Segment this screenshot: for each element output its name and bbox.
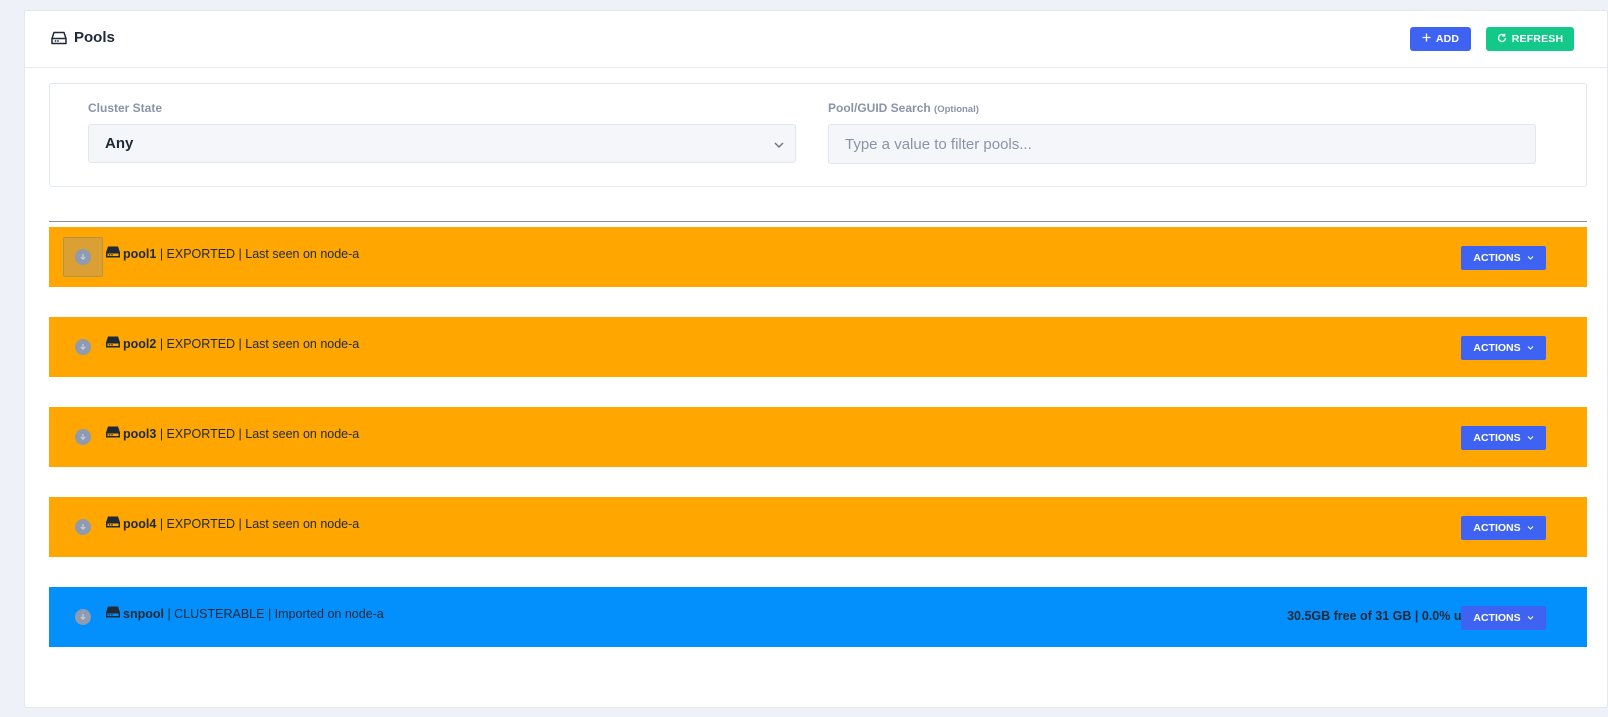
actions-button[interactable]: ACTIONS [1461, 426, 1546, 450]
pool-name: snpool [123, 607, 164, 621]
search-label: Pool/GUID Search (Optional) [828, 101, 979, 115]
expand-toggle[interactable] [63, 327, 103, 367]
search-label-text: Pool/GUID Search [828, 101, 931, 115]
actions-label: ACTIONS [1473, 432, 1521, 444]
actions-label: ACTIONS [1473, 252, 1521, 264]
chevron-down-icon [75, 249, 91, 265]
actions-button[interactable]: ACTIONS [1461, 246, 1546, 270]
cluster-state-value: Any [105, 135, 134, 152]
page-title-wrap: Pools [51, 29, 115, 46]
pool-name: pool1 [123, 247, 157, 261]
refresh-button[interactable]: REFRESH [1486, 27, 1574, 51]
cluster-state-label: Cluster State [88, 101, 163, 115]
pool-usage: 30.5GB free of 31 GB | 0.0% used [1287, 609, 1483, 623]
pool-summary: snpool | CLUSTERABLE | Imported on node-… [123, 607, 384, 621]
chevron-down-icon [773, 138, 785, 155]
card-header: Pools ADD REFRESH [25, 11, 1607, 68]
drive-icon [105, 604, 121, 620]
pool-summary: pool2 | EXPORTED | Last seen on node-a [123, 337, 359, 351]
plus-icon [1422, 33, 1431, 45]
chevron-down-icon [1527, 612, 1534, 624]
expand-toggle[interactable] [63, 417, 103, 457]
chevron-down-icon [75, 429, 91, 445]
actions-button[interactable]: ACTIONS [1461, 606, 1546, 630]
pool-details: | EXPORTED | Last seen on node-a [156, 247, 360, 261]
pool-summary: pool4 | EXPORTED | Last seen on node-a [123, 517, 359, 531]
pools-card: Pools ADD REFRESH Cluster State Any Pool… [24, 10, 1608, 708]
filter-panel: Cluster State Any Pool/GUID Search (Opti… [49, 83, 1587, 187]
actions-label: ACTIONS [1473, 612, 1521, 624]
pool-row: pool1 | EXPORTED | Last seen on node-a A… [49, 227, 1587, 287]
pool-summary: pool3 | EXPORTED | Last seen on node-a [123, 427, 359, 441]
chevron-down-icon [75, 519, 91, 535]
pool-details: | EXPORTED | Last seen on node-a [156, 517, 360, 531]
refresh-button-label: REFRESH [1511, 33, 1564, 45]
add-button[interactable]: ADD [1410, 27, 1471, 51]
actions-button[interactable]: ACTIONS [1461, 336, 1546, 360]
pool-name: pool4 [123, 517, 157, 531]
add-button-label: ADD [1435, 33, 1460, 45]
actions-label: ACTIONS [1473, 342, 1521, 354]
chevron-down-icon [1527, 432, 1534, 444]
pool-summary: pool1 | EXPORTED | Last seen on node-a [123, 247, 359, 261]
cluster-state-select[interactable]: Any [88, 124, 796, 163]
refresh-icon [1497, 33, 1507, 46]
drive-icon [51, 30, 67, 46]
chevron-down-icon [75, 609, 91, 625]
pool-details: | EXPORTED | Last seen on node-a [156, 337, 360, 351]
pool-details: | EXPORTED | Last seen on node-a [156, 427, 360, 441]
divider [49, 221, 1587, 222]
drive-icon [105, 334, 121, 350]
search-label-optional: (Optional) [934, 104, 979, 115]
expand-toggle[interactable] [63, 597, 103, 637]
pool-row: pool4 | EXPORTED | Last seen on node-a A… [49, 497, 1587, 557]
actions-button[interactable]: ACTIONS [1461, 516, 1546, 540]
pool-row: snpool | CLUSTERABLE | Imported on node-… [49, 587, 1587, 647]
chevron-down-icon [1527, 252, 1534, 264]
chevron-down-icon [75, 339, 91, 355]
pool-name: pool3 [123, 427, 157, 441]
pool-details: | CLUSTERABLE | Imported on node-a [163, 607, 384, 621]
pool-row: pool3 | EXPORTED | Last seen on node-a A… [49, 407, 1587, 467]
actions-label: ACTIONS [1473, 522, 1521, 534]
expand-toggle[interactable] [63, 507, 103, 547]
drive-icon [105, 424, 121, 440]
drive-icon [105, 244, 121, 260]
chevron-down-icon [1527, 342, 1534, 354]
drive-icon [105, 514, 121, 530]
chevron-down-icon [1527, 522, 1534, 534]
pool-name: pool2 [123, 337, 157, 351]
expand-toggle[interactable] [63, 237, 103, 277]
pool-row: pool2 | EXPORTED | Last seen on node-a A… [49, 317, 1587, 377]
pool-search-input[interactable] [828, 124, 1536, 164]
page-title: Pools [74, 29, 115, 46]
